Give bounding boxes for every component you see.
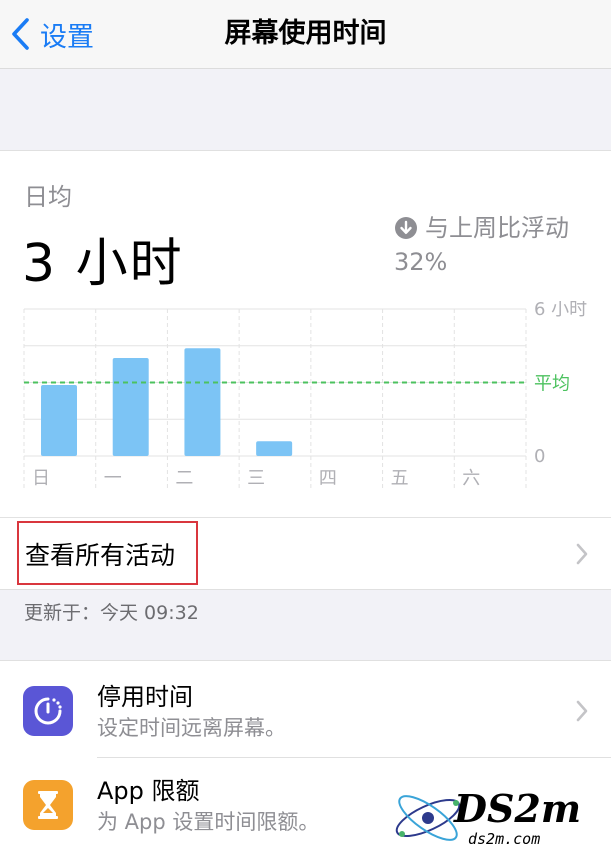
bar-一 — [112, 358, 149, 456]
downtime-icon — [23, 686, 73, 736]
chevron-right-icon — [576, 543, 588, 565]
see-all-activity-row[interactable]: 查看所有活动 — [0, 517, 611, 590]
watermark-logo: DS2m ds2m.com — [395, 786, 581, 848]
navigation-bar: 设置 屏幕使用时间 — [0, 0, 611, 69]
bar-二 — [184, 348, 221, 456]
average-label: 平均 — [534, 374, 570, 395]
x-tick-label: 一 — [104, 468, 122, 489]
comparison-percentage: 32% — [394, 248, 448, 276]
daily-average-card[interactable]: 日均 3 小时 与上周比浮动 32% 平均 6 小时 0 日 一 二 三 四 五 六 查看所有活动 — [0, 150, 611, 590]
downtime-subtitle: 设定时间远离屏幕。 — [97, 716, 286, 740]
x-tick-label: 日 — [32, 468, 50, 489]
app-limits-subtitle: 为 App 设置时间限额。 — [97, 810, 320, 834]
see-all-activity-label: 查看所有活动 — [25, 541, 176, 570]
bar-三 — [256, 441, 293, 456]
bar-日 — [41, 384, 77, 456]
arrow-down-circle-icon — [395, 217, 417, 239]
hourglass-icon — [23, 780, 73, 830]
y-tick-label: 0 — [534, 446, 545, 467]
daily-average-label: 日均 — [24, 183, 72, 211]
weekly-comparison: 与上周比浮动 32% — [394, 211, 569, 279]
y-tick-label: 6 小时 — [534, 301, 587, 320]
watermark-url: ds2m.com — [468, 830, 540, 848]
daily-average-value: 3 小时 — [22, 234, 184, 294]
x-tick-label: 六 — [462, 468, 480, 489]
x-tick-label: 三 — [247, 468, 265, 489]
updated-timestamp: 更新于：今天 09:32 — [24, 602, 199, 624]
chevron-right-icon — [576, 700, 588, 722]
x-tick-label: 五 — [391, 468, 409, 489]
usage-bar-chart: 平均 6 小时 0 日 一 二 三 四 五 六 — [23, 301, 587, 489]
downtime-title: 停用时间 — [97, 683, 193, 711]
x-tick-label: 二 — [175, 468, 193, 489]
x-tick-label: 四 — [319, 468, 337, 489]
page-title: 屏幕使用时间 — [224, 18, 387, 49]
app-limits-title: App 限额 — [97, 777, 200, 805]
downtime-row[interactable]: 停用时间 设定时间远离屏幕。 — [0, 661, 611, 757]
watermark-text: DS2m — [453, 786, 581, 831]
comparison-text: 与上周比浮动 — [425, 214, 569, 242]
